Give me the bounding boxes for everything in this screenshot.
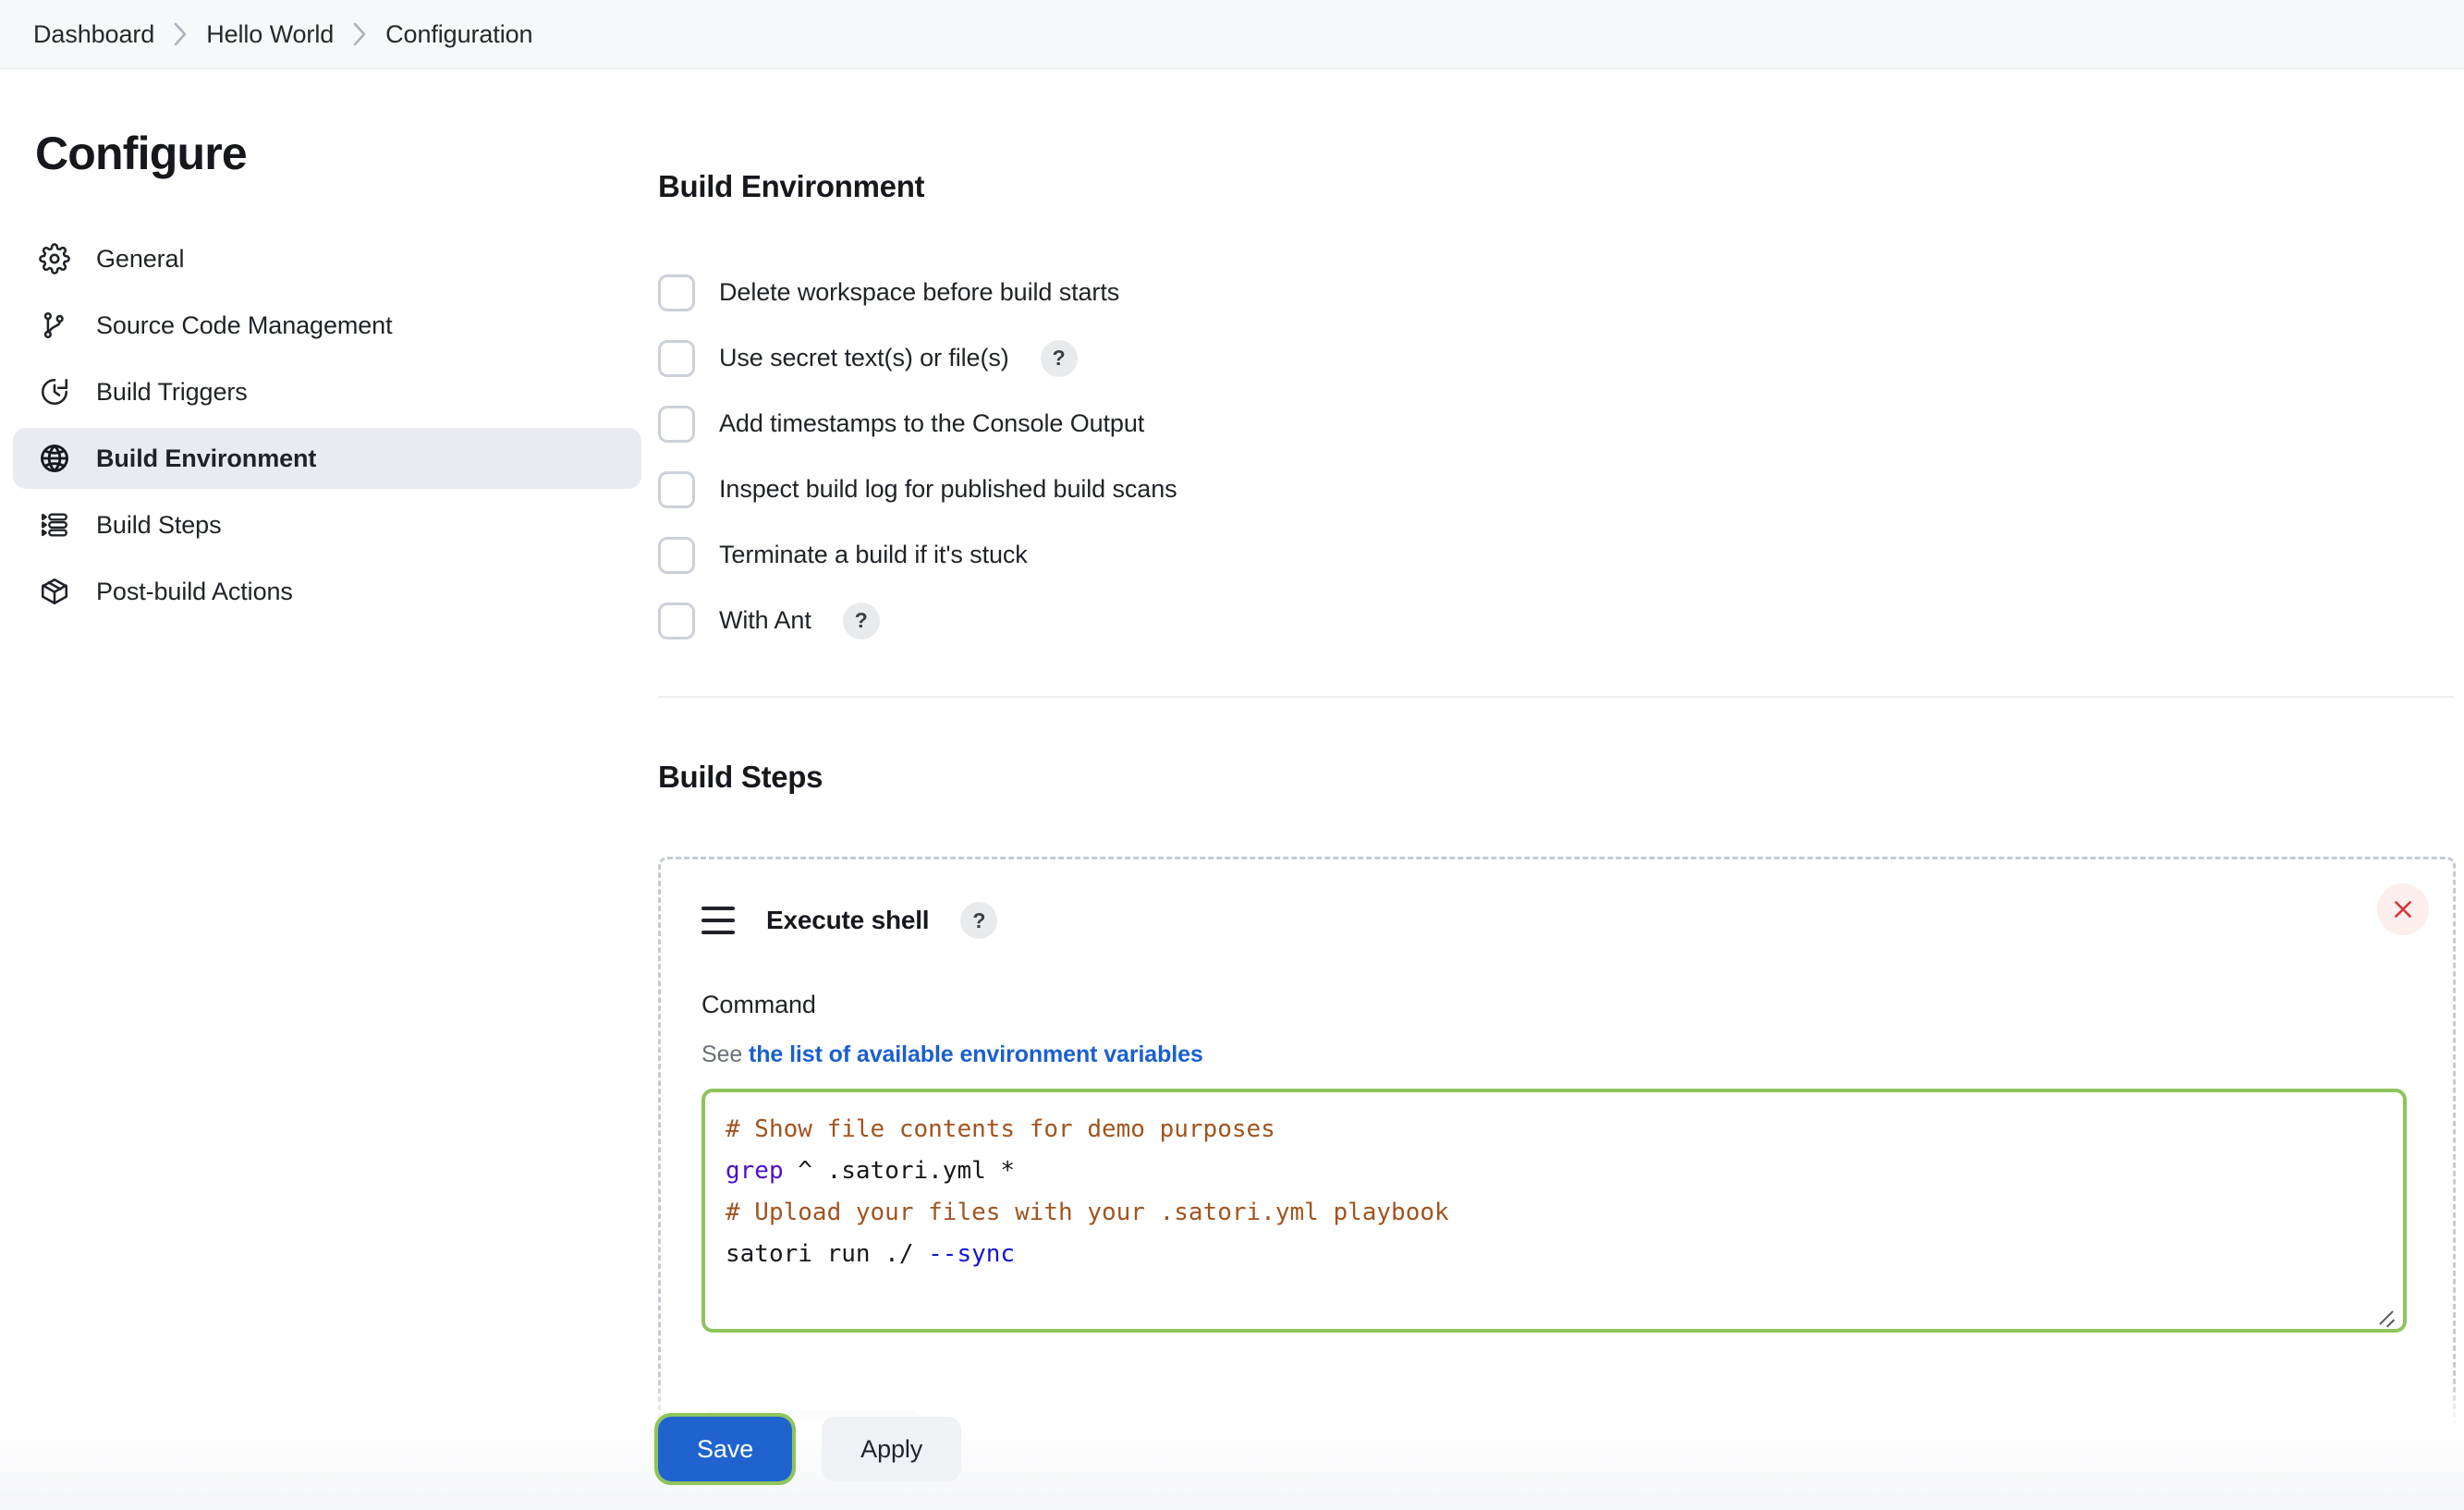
option-delete-workspace[interactable]: Delete workspace before build starts (658, 260, 2464, 325)
package-icon (37, 574, 72, 609)
sidebar-item-label: Build Triggers (96, 377, 248, 406)
option-add-timestamps[interactable]: Add timestamps to the Console Output (658, 391, 2464, 457)
chevron-right-icon (154, 20, 206, 48)
chevron-right-icon-2 (334, 20, 385, 48)
sidebar-item-post-build-actions[interactable]: Post-build Actions (13, 561, 641, 622)
option-label: Inspect build log for published build sc… (719, 475, 1177, 503)
remove-step-button[interactable] (2377, 883, 2429, 935)
sidebar-item-general[interactable]: General (13, 228, 641, 289)
form-action-bar: Save Apply (0, 1382, 2464, 1510)
configure-sidebar: Configure General Source Code Management… (0, 69, 658, 1510)
checkbox[interactable] (658, 339, 695, 377)
code-line-args: ^ .satori.yml * (783, 1157, 1016, 1185)
sidebar-item-source-code-management[interactable]: Source Code Management (13, 295, 641, 356)
clock-icon (37, 374, 72, 409)
option-label: Delete workspace before build starts (719, 278, 1120, 306)
help-icon[interactable]: ? (1040, 339, 1078, 377)
breadcrumb-item-configuration[interactable]: Configuration (385, 20, 532, 49)
option-label: Terminate a build if it's stuck (719, 541, 1028, 568)
build-steps-heading: Build Steps (658, 760, 823, 794)
option-use-secret-text-or-files[interactable]: Use secret text(s) or file(s) ? (658, 325, 2464, 391)
breadcrumb-item-hello-world[interactable]: Hello World (206, 20, 334, 49)
code-line-command: satori run ./ (726, 1240, 929, 1268)
code-line-keyword: grep (726, 1157, 784, 1185)
sidebar-item-label: Build Steps (96, 510, 222, 539)
option-label: With Ant (719, 606, 811, 634)
page-body: Configure General Source Code Management… (0, 69, 2464, 1510)
checkbox[interactable] (658, 405, 695, 443)
globe-icon (37, 441, 72, 476)
build-environment-options: Delete workspace before build starts Use… (658, 260, 2464, 653)
list-icon (37, 507, 72, 542)
sidebar-item-build-environment[interactable]: Build Environment (13, 428, 641, 489)
sidebar-item-label: Post-build Actions (96, 577, 293, 605)
breadcrumb: Dashboard Hello World Configuration (0, 0, 2464, 69)
option-terminate-stuck-build[interactable]: Terminate a build if it's stuck (658, 522, 2464, 588)
git-branch-icon (37, 308, 72, 343)
hint-prefix: See (701, 1041, 750, 1067)
checkbox[interactable] (658, 470, 695, 508)
sidebar-item-label: Build Environment (96, 444, 317, 472)
main-content: Build Environment Delete workspace befor… (658, 69, 2464, 1510)
command-textarea[interactable]: # Show file contents for demo purposes g… (701, 1089, 2407, 1333)
section-divider (658, 696, 2454, 698)
option-label: Add timestamps to the Console Output (719, 409, 1145, 437)
sidebar-item-label: General (96, 244, 185, 273)
option-label: Use secret text(s) or file(s) (719, 344, 1009, 371)
sidebar-nav: General Source Code Management Build Tri… (0, 228, 658, 622)
apply-button[interactable]: Apply (822, 1417, 962, 1481)
sidebar-item-build-triggers[interactable]: Build Triggers (13, 361, 641, 422)
build-step-title: Execute shell (766, 906, 930, 934)
checkbox[interactable] (658, 602, 695, 639)
command-field-label: Command (701, 991, 816, 1018)
gear-icon (37, 241, 72, 276)
drag-handle-icon[interactable] (701, 907, 735, 934)
code-line-comment-1: # Show file contents for demo purposes (726, 1115, 1275, 1143)
build-step-header: Execute shell ? (701, 902, 2412, 939)
option-with-ant[interactable]: With Ant ? (658, 588, 2464, 653)
breadcrumb-item-dashboard[interactable]: Dashboard (33, 20, 154, 49)
checkbox[interactable] (658, 274, 695, 311)
build-environment-heading: Build Environment (658, 169, 925, 203)
help-icon[interactable]: ? (960, 902, 998, 939)
code-line-flag: --sync (928, 1240, 1016, 1268)
option-inspect-build-log[interactable]: Inspect build log for published build sc… (658, 457, 2464, 522)
environment-variables-link[interactable]: the list of available environment variab… (749, 1041, 1203, 1067)
save-button[interactable]: Save (653, 1413, 797, 1485)
textarea-resize-handle[interactable] (2373, 1301, 2397, 1325)
action-buttons: Save Apply (653, 1413, 962, 1485)
sidebar-item-build-steps[interactable]: Build Steps (13, 494, 641, 555)
help-icon[interactable]: ? (842, 602, 880, 639)
environment-variables-hint: See the list of available environment va… (701, 1041, 2412, 1068)
sidebar-item-label: Source Code Management (96, 311, 393, 339)
checkbox[interactable] (658, 536, 695, 574)
code-line-comment-2: # Upload your files with your .satori.ym… (726, 1199, 1449, 1226)
page-title: Configure (35, 128, 248, 179)
